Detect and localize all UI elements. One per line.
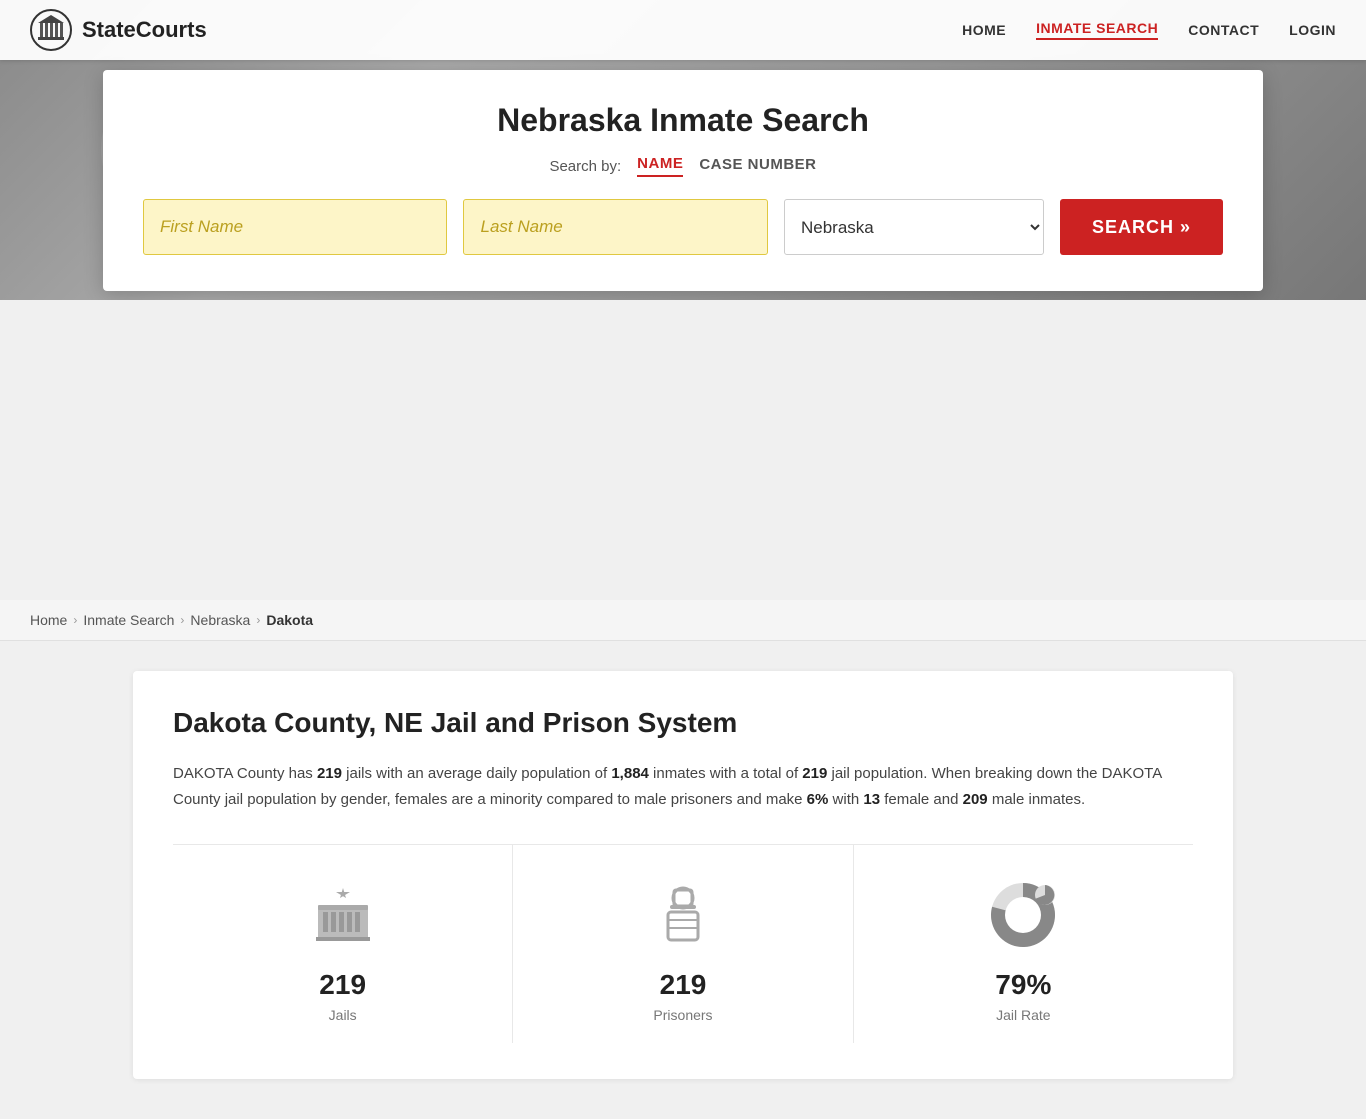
search-button[interactable]: SEARCH »: [1060, 199, 1223, 255]
search-inputs-row: Nebraska Alabama Alaska Arizona Arkansas…: [143, 199, 1223, 255]
tab-name[interactable]: NAME: [637, 155, 683, 177]
logo-text: StateCourts: [82, 17, 207, 43]
county-description: DAKOTA County has 219 jails with an aver…: [173, 761, 1193, 812]
female-pct: 6%: [807, 791, 829, 808]
search-by-label: Search by:: [549, 158, 621, 175]
breadcrumb-current: Dakota: [266, 612, 313, 628]
stat-prisoners: 219 Prisoners: [513, 845, 853, 1043]
breadcrumb-sep-1: ›: [73, 613, 77, 627]
search-by-row: Search by: NAME CASE NUMBER: [143, 155, 1223, 177]
breadcrumb-home[interactable]: Home: [30, 612, 67, 628]
jails-icon: [303, 875, 383, 955]
prisoners-icon: [643, 875, 723, 955]
breadcrumb-sep-3: ›: [256, 613, 260, 627]
navbar: StateCourts HOME INMATE SEARCH CONTACT L…: [0, 0, 1366, 60]
nav-login[interactable]: LOGIN: [1289, 22, 1336, 38]
jail-rate-label: Jail Rate: [996, 1007, 1050, 1023]
tab-case-number[interactable]: CASE NUMBER: [699, 156, 816, 176]
first-name-input[interactable]: [143, 199, 447, 255]
male-count: 209: [963, 791, 988, 808]
content-card: Dakota County, NE Jail and Prison System…: [133, 671, 1233, 1079]
county-title: Dakota County, NE Jail and Prison System: [173, 707, 1193, 739]
prisoners-number: 219: [660, 969, 707, 1001]
stat-jails: 219 Jails: [173, 845, 513, 1043]
jail-rate-number: 79%: [995, 969, 1051, 1001]
search-card-title: Nebraska Inmate Search: [143, 102, 1223, 139]
breadcrumb-bar: Home › Inmate Search › Nebraska › Dakota: [0, 600, 1366, 641]
nav-home[interactable]: HOME: [962, 22, 1006, 38]
nav-inmate-search[interactable]: INMATE SEARCH: [1036, 20, 1158, 40]
breadcrumb-sep-2: ›: [180, 613, 184, 627]
stat-jail-rate: 79% Jail Rate: [854, 845, 1193, 1043]
last-name-input[interactable]: [463, 199, 767, 255]
jails-label: Jails: [329, 1007, 357, 1023]
stats-row: 219 Jails: [173, 844, 1193, 1043]
jails-number: 219: [319, 969, 366, 1001]
prisoners-label: Prisoners: [653, 1007, 712, 1023]
nav-links: HOME INMATE SEARCH CONTACT LOGIN: [962, 20, 1336, 40]
search-card: Nebraska Inmate Search Search by: NAME C…: [103, 70, 1263, 291]
state-select[interactable]: Nebraska Alabama Alaska Arizona Arkansas…: [784, 199, 1044, 255]
nav-contact[interactable]: CONTACT: [1188, 22, 1259, 38]
logo-icon: [30, 9, 72, 51]
main-content: Dakota County, NE Jail and Prison System…: [103, 641, 1263, 1119]
breadcrumb-nebraska[interactable]: Nebraska: [190, 612, 250, 628]
logo-area[interactable]: StateCourts: [30, 9, 207, 51]
female-count: 13: [863, 791, 880, 808]
jail-rate-icon: [983, 875, 1063, 955]
breadcrumb: Home › Inmate Search › Nebraska › Dakota: [30, 612, 1336, 628]
header: COURTHOUSE StateCourts HOME INMATE SE: [0, 0, 1366, 300]
breadcrumb-inmate-search[interactable]: Inmate Search: [83, 612, 174, 628]
